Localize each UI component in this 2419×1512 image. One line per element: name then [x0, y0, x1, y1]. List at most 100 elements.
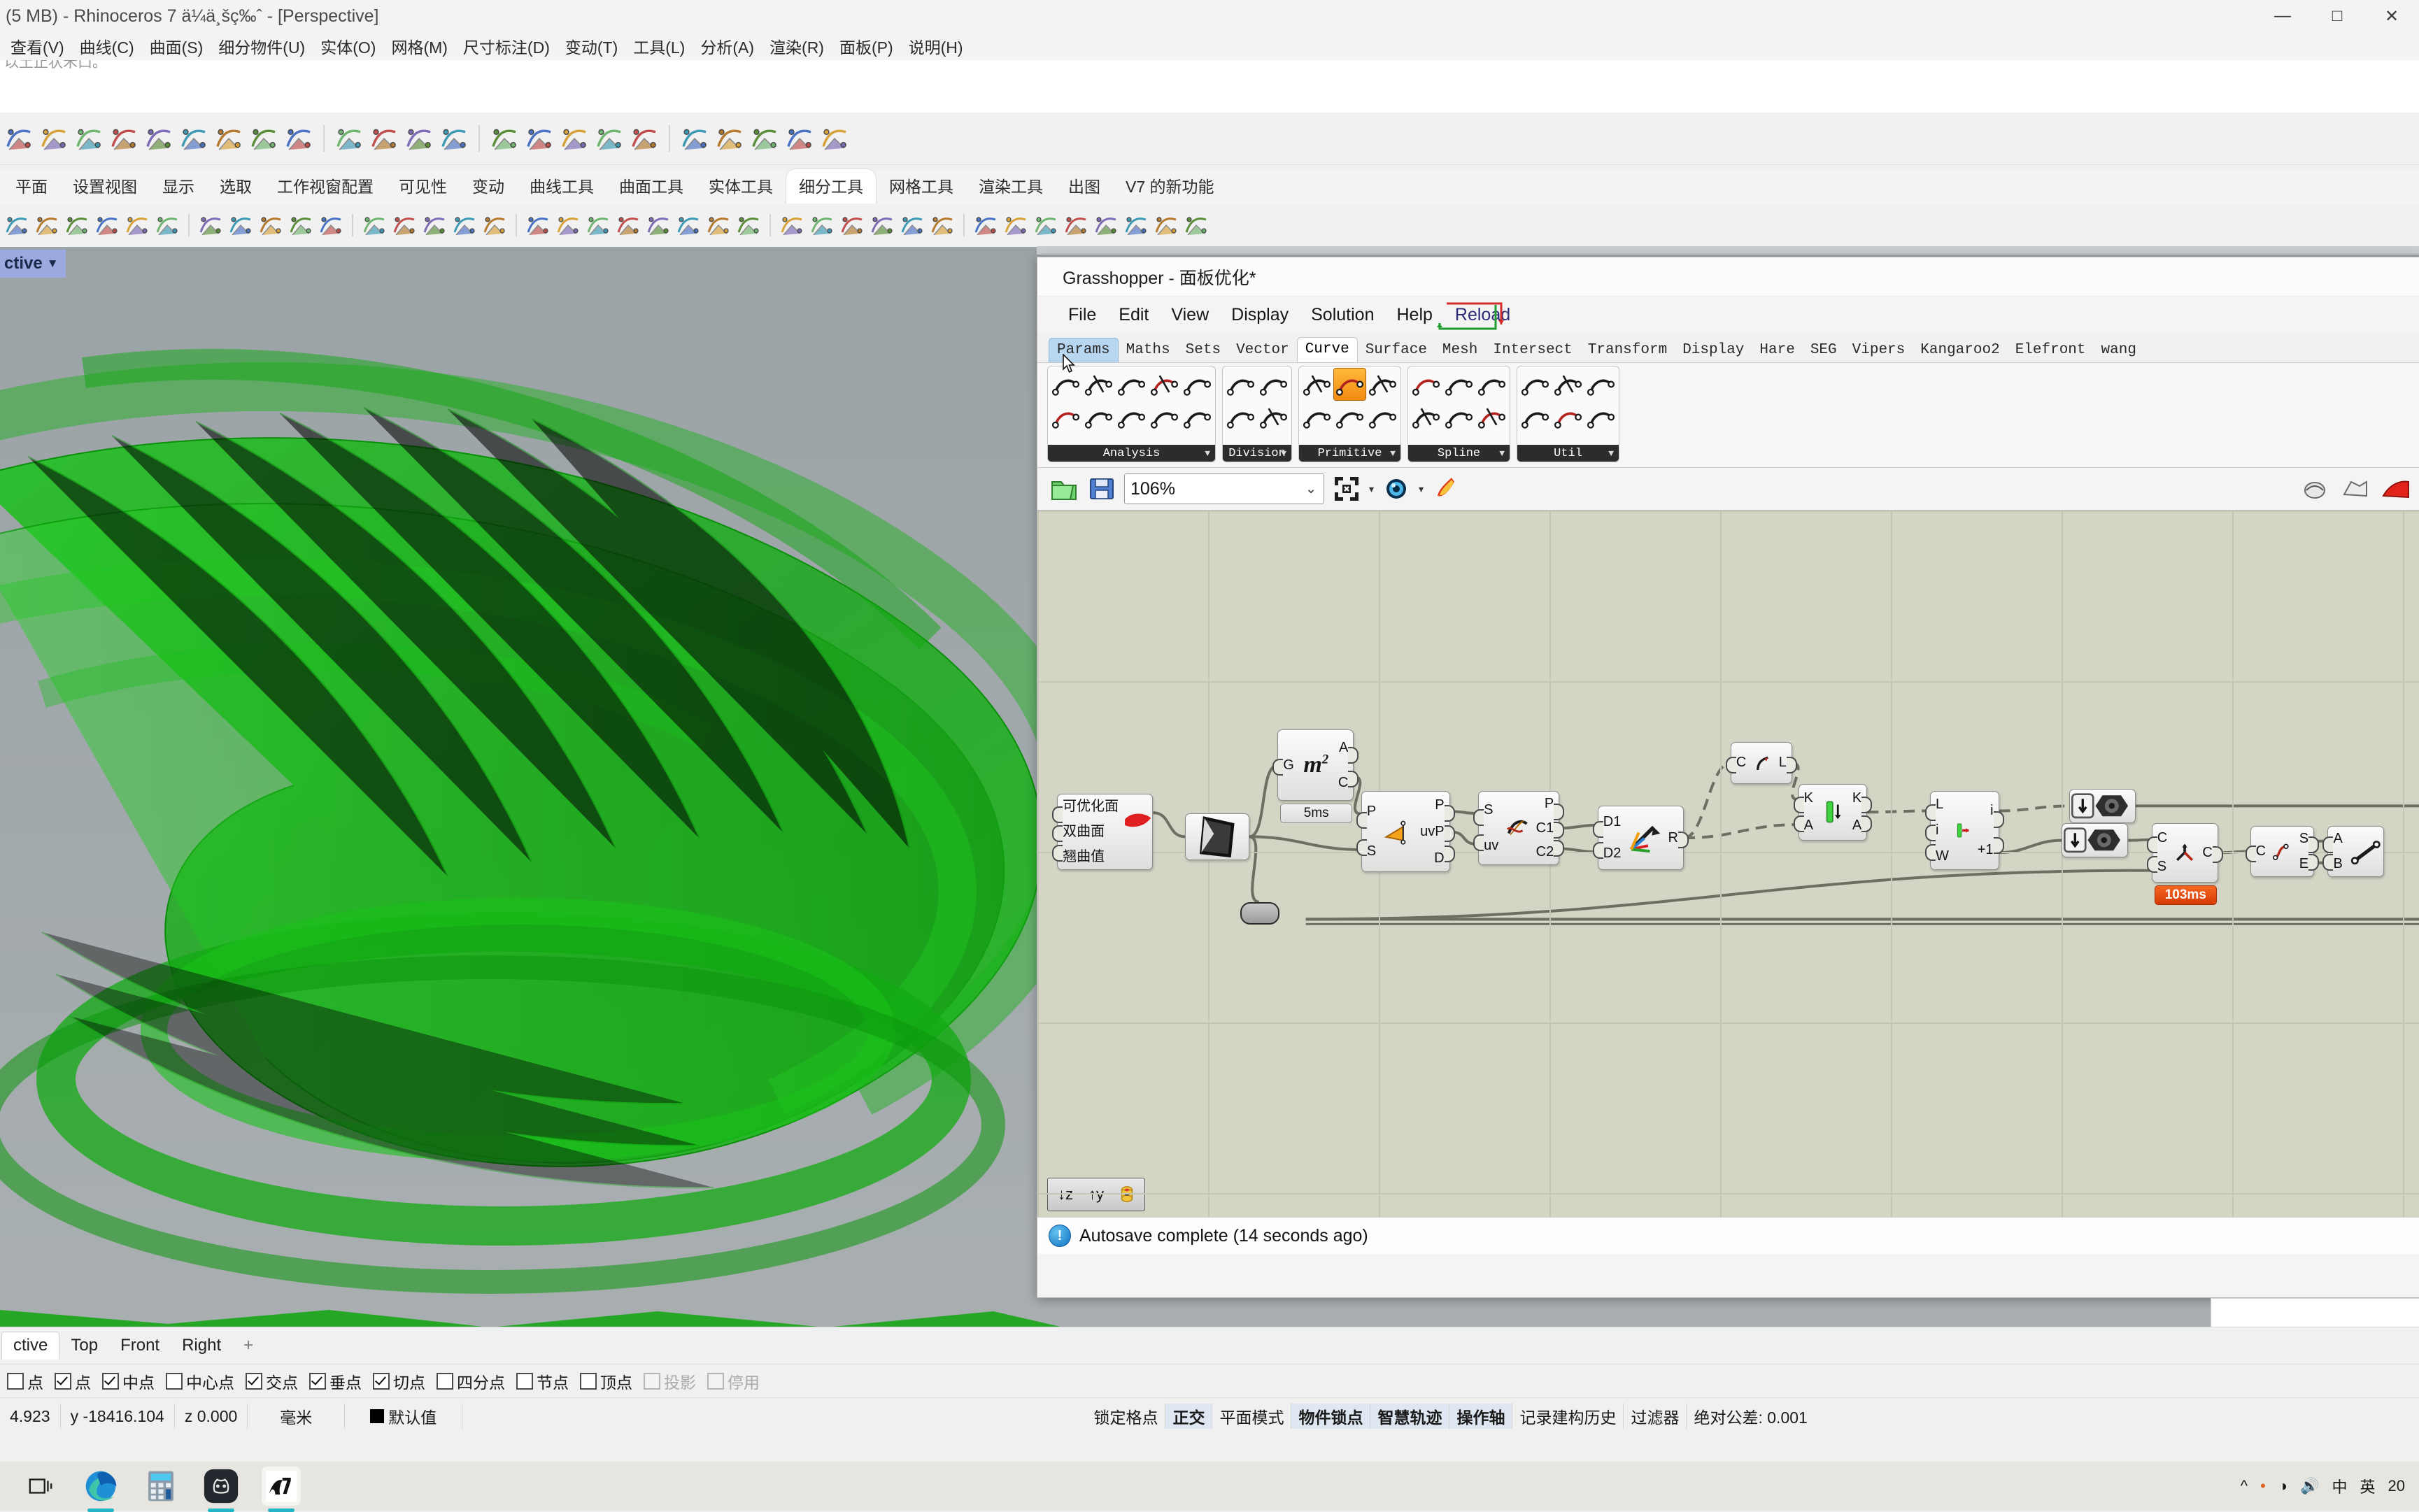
- gh-component-end-points[interactable]: CSE: [2250, 826, 2315, 878]
- menu-item-subd[interactable]: 细分物件(U): [211, 32, 313, 60]
- tray-ime-en-icon[interactable]: 英: [2360, 1475, 2376, 1497]
- ribbon-group-label[interactable]: Analysis▼: [1048, 445, 1215, 462]
- cut-icon[interactable]: [143, 122, 175, 155]
- component-analysis-1-icon[interactable]: [1050, 401, 1081, 433]
- subd-bridge-icon[interactable]: [420, 211, 448, 239]
- layers-icon[interactable]: [403, 122, 435, 155]
- raytrace-icon[interactable]: [368, 122, 400, 155]
- ribbon-tab-11[interactable]: 网格工具: [877, 169, 966, 204]
- gh-menu-file[interactable]: File: [1057, 304, 1107, 327]
- gh-component-line-2pt[interactable]: AB: [2327, 826, 2384, 878]
- component-division-1-icon[interactable]: [1225, 401, 1256, 433]
- gh-input-port[interactable]: [2322, 836, 2333, 853]
- sketch-icon[interactable]: [2299, 473, 2330, 504]
- component-division-2-icon[interactable]: [1258, 369, 1289, 400]
- status-layer[interactable]: 默认值: [345, 1404, 462, 1429]
- osnap-checkbox[interactable]: [580, 1373, 597, 1390]
- tray-ime-cn-icon[interactable]: 中: [2332, 1475, 2347, 1497]
- explode-icon[interactable]: [749, 122, 781, 155]
- subd-fill-icon[interactable]: [317, 211, 345, 239]
- component-primitive-3-icon[interactable]: [1334, 401, 1365, 433]
- subd-to-nurbs-icon[interactable]: [778, 211, 806, 239]
- subd-sweep-icon[interactable]: [227, 211, 255, 239]
- preview-mesh-icon[interactable]: [2340, 473, 2371, 504]
- menu-item-mesh[interactable]: 网格(M): [383, 32, 455, 60]
- status-toggle-7[interactable]: 过滤器: [1624, 1404, 1687, 1429]
- status-toggle-5[interactable]: 操作轴: [1449, 1404, 1512, 1429]
- component-util-5-icon[interactable]: [1585, 401, 1617, 433]
- subd-sphere-icon[interactable]: [33, 211, 61, 239]
- osnap-checkbox[interactable]: [102, 1373, 119, 1390]
- osnap-checkbox[interactable]: [166, 1373, 183, 1390]
- subd-from-mesh-icon[interactable]: [808, 211, 836, 239]
- minimize-button[interactable]: —: [2255, 0, 2310, 32]
- subd-revolve-icon[interactable]: [257, 211, 285, 239]
- gh-component-sort-list[interactable]: KAKA: [1799, 784, 1868, 841]
- subd-extrude-icon[interactable]: [287, 211, 315, 239]
- gh-input-port[interactable]: [1794, 815, 1804, 832]
- analyze-icon[interactable]: [679, 122, 711, 155]
- menu-item-transform[interactable]: 变动(T): [558, 32, 625, 60]
- mesh-weld-icon[interactable]: [1002, 211, 1030, 239]
- osnap-4[interactable]: 交点: [240, 1369, 304, 1393]
- solution-flame-icon[interactable]: [1431, 473, 1461, 504]
- gh-input-port[interactable]: [2147, 856, 2157, 873]
- subd-loft-icon[interactable]: [197, 211, 225, 239]
- gh-component-data-dam-2[interactable]: [2062, 823, 2128, 857]
- copy-icon[interactable]: [178, 122, 210, 155]
- menu-item-render[interactable]: 渲染(R): [762, 32, 832, 60]
- print-icon[interactable]: [108, 122, 140, 155]
- tray-dot-icon[interactable]: •: [2260, 1477, 2266, 1495]
- osnap-checkbox[interactable]: [309, 1373, 326, 1390]
- open-file-icon[interactable]: [1049, 473, 1079, 504]
- gh-output-port[interactable]: [1994, 811, 2004, 828]
- gh-tab-surface[interactable]: Surface: [1358, 338, 1435, 362]
- taskbar-clock[interactable]: 20: [2388, 1477, 2405, 1495]
- osnap-8[interactable]: 节点: [511, 1369, 574, 1393]
- subd-box-icon[interactable]: [3, 211, 31, 239]
- osnap-2[interactable]: 中点: [97, 1369, 160, 1393]
- ribbon-tab-10[interactable]: 细分工具: [786, 169, 877, 204]
- gh-menu-reload[interactable]: Reload: [1444, 304, 1521, 327]
- mesh-unweld-icon[interactable]: [1032, 211, 1060, 239]
- save-file-icon[interactable]: [1086, 473, 1117, 504]
- gh-tab-sets[interactable]: Sets: [1178, 338, 1228, 362]
- menu-item-analyze[interactable]: 分析(A): [693, 32, 762, 60]
- subd-convert-icon[interactable]: [674, 211, 702, 239]
- ribbon-tab-2[interactable]: 显示: [150, 169, 207, 204]
- ribbon-tab-5[interactable]: 可见性: [386, 169, 460, 204]
- save-icon[interactable]: [73, 122, 105, 155]
- gh-component-geometry-param[interactable]: [1185, 813, 1249, 860]
- mesh-offset-icon[interactable]: [1122, 211, 1150, 239]
- viewport-tab-top[interactable]: Top: [59, 1332, 109, 1359]
- component-spline-2-icon[interactable]: [1443, 369, 1475, 400]
- gh-input-port[interactable]: [1794, 797, 1804, 813]
- mesh-tools-icon[interactable]: [972, 211, 1000, 239]
- dim-icon[interactable]: [628, 122, 660, 155]
- gh-output-port[interactable]: [1445, 846, 1455, 862]
- ribbon-group-label[interactable]: Primitive▼: [1299, 445, 1400, 462]
- gh-tab-maths[interactable]: Maths: [1119, 338, 1178, 362]
- gh-input-port[interactable]: [1925, 825, 1936, 841]
- menu-item-view[interactable]: 查看(V): [3, 32, 72, 60]
- gh-wire-relay[interactable]: [1240, 902, 1279, 925]
- maximize-button[interactable]: □: [2310, 0, 2364, 32]
- osnap-checkbox[interactable]: [437, 1373, 453, 1390]
- osnap-checkbox[interactable]: [246, 1373, 262, 1390]
- gh-input-port[interactable]: [1356, 839, 1367, 856]
- osnap-3[interactable]: 中心点: [160, 1369, 240, 1393]
- viewport-active-tab[interactable]: ctive ▼: [0, 250, 66, 278]
- ribbon-tab-6[interactable]: 变动: [460, 169, 517, 204]
- osnap-7[interactable]: 四分点: [431, 1369, 511, 1393]
- gh-component-insert-items[interactable]: LiWi+1: [1930, 791, 1999, 870]
- gh-tab-params[interactable]: Params: [1049, 338, 1119, 362]
- gh-tab-hare[interactable]: Hare: [1752, 338, 1802, 362]
- gh-input-port[interactable]: [2147, 836, 2157, 853]
- component-spline-1-icon[interactable]: [1410, 401, 1442, 433]
- component-analysis-3-icon[interactable]: [1083, 401, 1114, 433]
- osnap-5[interactable]: 垂点: [304, 1369, 367, 1393]
- gh-input-port[interactable]: [1052, 845, 1063, 862]
- component-util-3-icon[interactable]: [1552, 401, 1584, 433]
- gh-tab-intersect[interactable]: Intersect: [1485, 338, 1580, 362]
- menu-item-dimension[interactable]: 尺寸标注(D): [455, 32, 558, 60]
